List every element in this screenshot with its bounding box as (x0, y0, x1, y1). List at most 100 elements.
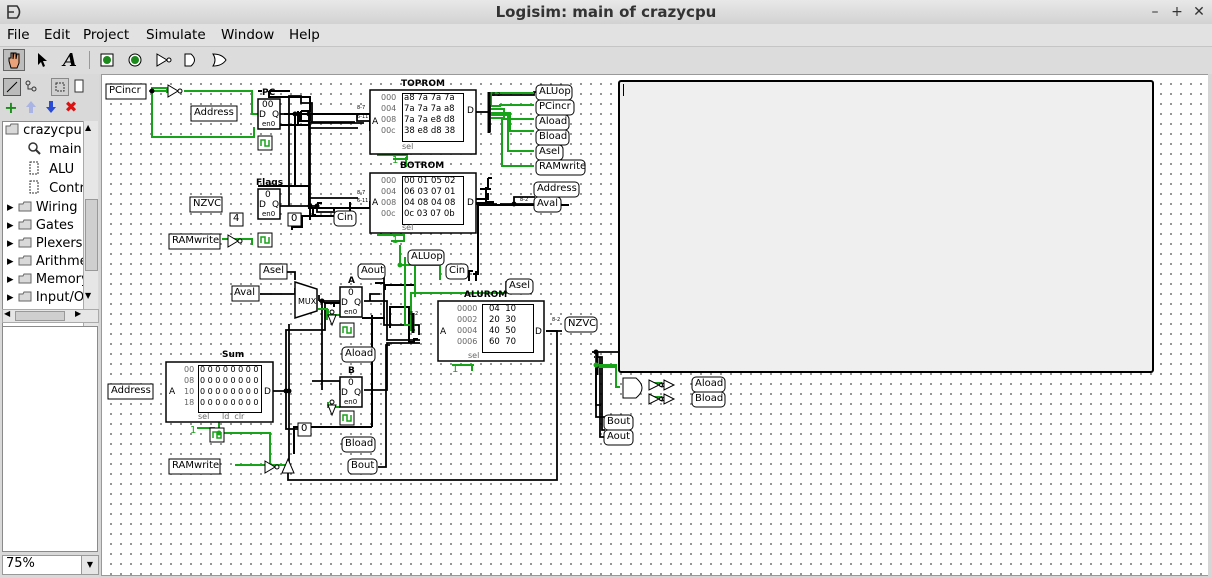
ramwrite2-label: RAMwrite (172, 460, 220, 471)
close-button[interactable]: ✕ (1191, 4, 1207, 20)
regb-value: 0 (348, 378, 354, 388)
tree-circuit-main[interactable]: main (27, 141, 82, 159)
menu-bar: File Edit Project Simulate Window Help (0, 24, 1212, 47)
or-gate-icon[interactable] (208, 49, 230, 71)
alurom-row: 60 70 (489, 337, 517, 347)
toprom-row: 38 e8 d8 38 (404, 126, 456, 136)
tree-library-gates[interactable]: ▸ Gates (7, 218, 74, 236)
right-aload-label: Aload (695, 378, 724, 389)
title-bar: Logisim: main of crazycpu – + ✕ (0, 0, 1212, 25)
alurom-label: ALUROM (464, 290, 508, 300)
pcincr-out-label: PCincr (539, 101, 571, 112)
aval-label: Aval (234, 287, 256, 298)
sum-a: A (169, 387, 176, 397)
left-panel: + ✖ crazycpu main ALU Control ▸ Wiring ▸… (0, 74, 99, 578)
library-label: Plexers (35, 236, 83, 251)
menu-project[interactable]: Project (83, 27, 129, 43)
rega-d: D (341, 298, 348, 308)
rega-en: en0 (344, 308, 358, 316)
rega-value: 0 (348, 288, 354, 298)
alurom-d: D (535, 327, 542, 337)
botrom-row: 0c 03 07 0b (404, 209, 455, 219)
tree-circuit-alu[interactable]: ALU (27, 161, 74, 179)
scroll-down-icon[interactable]: ▼ (85, 291, 91, 300)
ramwrite-label: RAMwrite (172, 235, 220, 246)
asel-label: Asel (263, 265, 284, 276)
menu-edit[interactable]: Edit (44, 27, 70, 43)
sum-label: Sum (222, 350, 245, 360)
tree-project[interactable]: crazycpu (5, 123, 82, 141)
minimize-button[interactable]: – (1147, 4, 1163, 20)
alurom-addr: 0000 (457, 304, 478, 313)
move-up-icon[interactable] (23, 99, 39, 115)
scroll-thumb[interactable] (85, 199, 98, 271)
add-circuit-icon[interactable]: + (3, 98, 19, 117)
bout-label: Bout (351, 460, 375, 471)
flags-d: D (259, 200, 266, 210)
menu-file[interactable]: File (7, 27, 30, 43)
delete-circuit-icon[interactable]: ✖ (63, 98, 79, 116)
subcircuit-block[interactable] (618, 80, 1154, 373)
alurom-addr: 0002 (457, 315, 478, 324)
toprom-label: TOPROM (401, 79, 445, 89)
pc-d: D (259, 110, 266, 120)
flags-q: Q (272, 200, 280, 210)
address2-label: Address (111, 385, 151, 396)
sum-foot: sel ld clr (198, 412, 245, 421)
botrom-addr: 000 (381, 176, 397, 185)
const-zero-label: 0 (291, 213, 298, 224)
sum-row: 0 0 0 0 0 0 0 0 (200, 376, 259, 385)
ramwrite-out-label: RAMwrite (539, 161, 587, 172)
pc-en: en0 (262, 120, 276, 128)
move-down-icon[interactable] (43, 99, 59, 115)
const-one2-label: 1 (392, 235, 399, 246)
not-gate-icon[interactable] (152, 49, 174, 71)
tree-library-memory[interactable]: ▸ Memory (7, 272, 89, 290)
circuit-icon (29, 161, 39, 175)
tree-library-wiring[interactable]: ▸ Wiring (7, 200, 77, 218)
scroll-left-icon[interactable]: ◀ (4, 309, 10, 318)
circuit-canvas[interactable]: 8-7 6-11 8-7 6-11 8-2 8-2 8-2 8-2 PCincr… (101, 74, 1210, 576)
tree-library-plexers[interactable]: ▸ Plexers (7, 236, 82, 254)
zoom-select[interactable]: 75% (2, 555, 82, 575)
tree-horizontal-scrollbar[interactable]: ◀ ▶ (2, 309, 99, 323)
cin-out-label: Cin (337, 212, 354, 223)
toolbox-view-icon[interactable] (3, 78, 21, 96)
aval-out-label: Aval (537, 198, 559, 209)
scroll-up-icon[interactable]: ▲ (85, 123, 91, 132)
nzvc-label: NZVC (193, 198, 222, 209)
input-pin-icon[interactable] (96, 49, 118, 71)
right-aout-label: Aout (607, 431, 631, 442)
toprom-d: D (467, 106, 474, 116)
sum-addr: 00 (184, 365, 195, 374)
toprom-addr: 004 (381, 104, 397, 113)
text-tool-icon[interactable]: A (59, 49, 81, 71)
output-pin-icon[interactable] (124, 49, 146, 71)
const-one3-label: 1 (452, 364, 459, 375)
alurom-row: 04 10 (489, 304, 517, 314)
simulation-tree-icon[interactable] (23, 78, 39, 94)
poke-tool-icon[interactable] (3, 49, 25, 71)
library-label: Wiring (35, 200, 78, 215)
toprom-addr: 000 (381, 93, 397, 102)
regb-d: D (341, 388, 348, 398)
toprom-sel: sel (402, 142, 414, 151)
appearance-view-icon[interactable] (51, 78, 69, 96)
hscroll-thumb[interactable] (15, 311, 65, 321)
toprom-row: a8 7a 7a 7a (404, 93, 455, 103)
mux-label: MUX (298, 297, 317, 306)
select-tool-icon[interactable] (31, 49, 53, 71)
scroll-right-icon[interactable]: ▶ (75, 309, 81, 318)
circuit-icon (29, 180, 39, 194)
menu-simulate[interactable]: Simulate (146, 27, 206, 43)
pcincr-label: PCincr (109, 85, 141, 96)
menu-help[interactable]: Help (289, 27, 320, 43)
sum-row: 0 0 0 0 0 0 0 0 (200, 387, 259, 396)
menu-window[interactable]: Window (221, 27, 274, 43)
botrom-addr: 00c (381, 209, 396, 218)
pc-label: PC (262, 88, 276, 98)
zoom-dropdown-icon[interactable]: ▼ (81, 555, 99, 575)
layout-view-icon[interactable] (71, 78, 87, 94)
and-gate-icon[interactable] (180, 49, 202, 71)
maximize-button[interactable]: + (1169, 4, 1185, 20)
